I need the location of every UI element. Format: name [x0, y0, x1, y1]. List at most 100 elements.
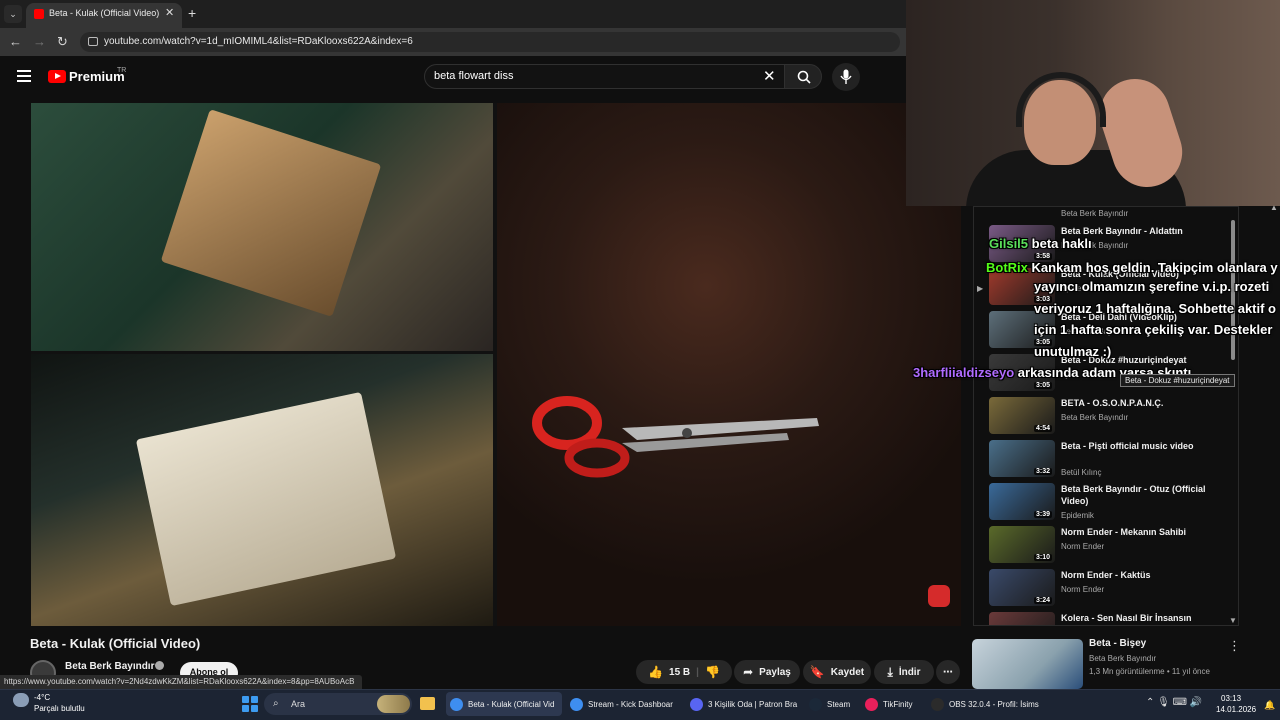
taskbar-app[interactable]: Beta - Kulak (Official Vid [446, 692, 562, 716]
playlist-thumbnail[interactable] [989, 612, 1055, 625]
playlist-item[interactable]: 3:39 Beta Berk Bayındır - Otuz (Official … [974, 483, 1238, 525]
playlist-item-channel: Beta Berk Bayındır [1061, 413, 1129, 422]
notification-bell-icon[interactable]: 🔔 [1264, 700, 1275, 711]
playlist-item-channel: Norm Ender [1061, 585, 1105, 594]
tab-title[interactable]: Beta - Kulak (Official Video) - Y [49, 8, 159, 18]
search-icon [797, 70, 811, 84]
forward-arrow-icon[interactable]: → [33, 34, 46, 49]
hamburger-menu-icon[interactable] [17, 70, 31, 82]
playlist-item-title[interactable]: Norm Ender - Mekanın Sahibi [1061, 526, 1211, 538]
clock-date[interactable]: 14.01.2026 [1216, 705, 1256, 714]
system-tray-icons[interactable]: ⌃ 🎙 ⌨ 🔊 [1146, 697, 1202, 708]
download-label: İndir [898, 666, 921, 678]
video-duration: 4:54 [1033, 425, 1052, 432]
scroll-up-icon[interactable]: ▲ [1270, 203, 1278, 212]
reload-icon[interactable]: ↻ [57, 34, 68, 50]
video-frame-portrait [497, 103, 961, 626]
microphone-icon [840, 69, 852, 84]
taskbar-app[interactable]: TikFinity [861, 692, 923, 716]
weather-temperature[interactable]: -4°C [34, 693, 50, 702]
clear-search-icon[interactable]: ✕ [763, 67, 776, 85]
channel-name[interactable]: Beta Berk Bayındır [65, 661, 154, 672]
verified-badge-icon [155, 661, 164, 670]
taskbar-app[interactable]: 3 Kişilik Oda | Patron Bra [686, 692, 802, 716]
webcam-overlay [906, 0, 1280, 206]
channel-watermark-icon[interactable] [928, 585, 950, 607]
playlist-thumbnail[interactable]: 4:54 [989, 397, 1055, 434]
playlist-thumbnail[interactable]: 3:39 [989, 483, 1055, 520]
taskbar-app[interactable]: OBS 32.0.4 - Profil: İsims [927, 692, 1047, 716]
playlist-item[interactable]: 3:10 Norm Ender - Mekanın Sahibi Norm Ende… [974, 526, 1238, 568]
related-video-title[interactable]: Beta - Bişey [1089, 638, 1146, 649]
playlist-item-title[interactable]: Beta - Pişti official music video [1061, 440, 1211, 452]
weather-description[interactable]: Parçalı bulutlu [34, 704, 85, 713]
taskbar-app[interactable]: Steam [805, 692, 857, 716]
related-video-thumbnail[interactable] [972, 639, 1083, 689]
video-frame-scissors [532, 396, 819, 478]
taskbar-search-label[interactable]: Ara [291, 699, 305, 709]
stream-chat-overlay: Gilsil5 beta haklı BotRix Kankam hoş geld… [905, 232, 1280, 392]
headset-icon [1016, 72, 1106, 127]
tab-search-dropdown-icon[interactable]: ⌄ [4, 5, 22, 23]
windows-start-icon[interactable] [242, 696, 258, 712]
file-explorer-icon[interactable] [420, 697, 435, 710]
chat-message: unutulmaz :) [1034, 344, 1111, 359]
playlist-partial-channel: Beta Berk Bayındır [1061, 209, 1129, 218]
video-frame-magazine [31, 354, 493, 626]
search-highlight-image[interactable] [377, 695, 410, 713]
taskbar-app[interactable]: Stream - Kick Dashboar [566, 692, 682, 716]
like-count: 15 B [669, 666, 691, 678]
chat-text: için 1 hafta sonra çekiliş var. Destekle… [1034, 322, 1273, 337]
site-info-icon[interactable] [88, 37, 98, 46]
playlist-item[interactable]: 3:32 Beta - Pişti official music video Bet… [974, 440, 1238, 482]
playlist-thumbnail[interactable]: 3:10 [989, 526, 1055, 563]
playlist-item[interactable]: 4:54 BETA - O.S.O.N.P.A.N.Ç. Beta Berk Bay… [974, 397, 1238, 439]
taskbar-app-label: 3 Kişilik Oda | Patron Bra [708, 699, 798, 709]
save-label: Kaydet [830, 666, 865, 678]
related-video-channel[interactable]: Beta Berk Bayındır [1089, 654, 1156, 663]
clock-time[interactable]: 03:13 [1221, 694, 1241, 703]
video-duration: 3:10 [1033, 554, 1052, 561]
thumbs-up-icon: 👍 [648, 665, 664, 679]
search-button[interactable] [784, 64, 822, 89]
voice-search-button[interactable] [832, 63, 860, 91]
playlist-item[interactable]: Kolera - Sen Nasıl Bir İnsansın [974, 612, 1238, 625]
chat-message: BotRix Kankam hoş geldin. Takipçim olanl… [986, 260, 1278, 275]
chat-text: unutulmaz :) [1034, 344, 1112, 359]
playlist-item[interactable]: 3:24 Norm Ender - Kaktüs Norm Ender [974, 569, 1238, 611]
bookmark-icon: 🔖 [809, 665, 825, 679]
app-icon [570, 697, 583, 711]
app-icon [931, 697, 944, 711]
playlist-item-title[interactable]: Beta Berk Bayındır - Otuz (Official Vide… [1061, 483, 1211, 507]
back-arrow-icon[interactable]: ← [9, 34, 22, 49]
youtube-favicon-icon [34, 9, 44, 19]
scroll-down-icon[interactable]: ▼ [1229, 616, 1237, 625]
video-duration: 3:24 [1033, 597, 1052, 604]
playlist-thumbnail[interactable]: 3:32 [989, 440, 1055, 477]
video-frame-collage-top-left [31, 103, 493, 351]
playlist-item-title[interactable]: Norm Ender - Kaktüs [1061, 569, 1211, 581]
download-button[interactable]: ⤓ İndir [874, 660, 934, 684]
search-query[interactable]: beta flowart diss [434, 70, 513, 82]
link-status-bar: https://www.youtube.com/watch?v=2Nd4zdwK… [0, 675, 362, 689]
address-text[interactable]: youtube.com/watch?v=1d_mIOMIML4&list=RDa… [104, 36, 413, 47]
playlist-thumbnail[interactable]: 3:24 [989, 569, 1055, 606]
chat-username: 3harfliialdizseyo [913, 365, 1015, 380]
video-player[interactable] [31, 103, 961, 626]
country-code: TR [117, 67, 127, 74]
download-icon: ⤓ [887, 664, 893, 679]
video-frame-divider [31, 351, 493, 354]
more-actions-button[interactable]: ⋯ [936, 660, 960, 684]
playlist-item-title[interactable]: BETA - O.S.O.N.P.A.N.Ç. [1061, 397, 1211, 409]
like-button[interactable]: 👍 15 B | 👎 [636, 660, 732, 684]
youtube-logo-icon[interactable] [48, 70, 66, 83]
share-button[interactable]: ➦ Paylaş [734, 660, 800, 684]
tab-close-icon[interactable]: ✕ [165, 6, 174, 19]
weather-cloud-icon[interactable] [13, 693, 29, 707]
related-more-icon[interactable]: ⋮ [1228, 638, 1241, 654]
save-button[interactable]: 🔖 Kaydet [803, 660, 871, 684]
thumbs-down-icon[interactable]: 👎 [705, 665, 720, 679]
playlist-item-title[interactable]: Kolera - Sen Nasıl Bir İnsansın [1061, 612, 1211, 624]
video-frame-magazine-pages [135, 391, 397, 607]
new-tab-button[interactable]: + [188, 5, 196, 21]
